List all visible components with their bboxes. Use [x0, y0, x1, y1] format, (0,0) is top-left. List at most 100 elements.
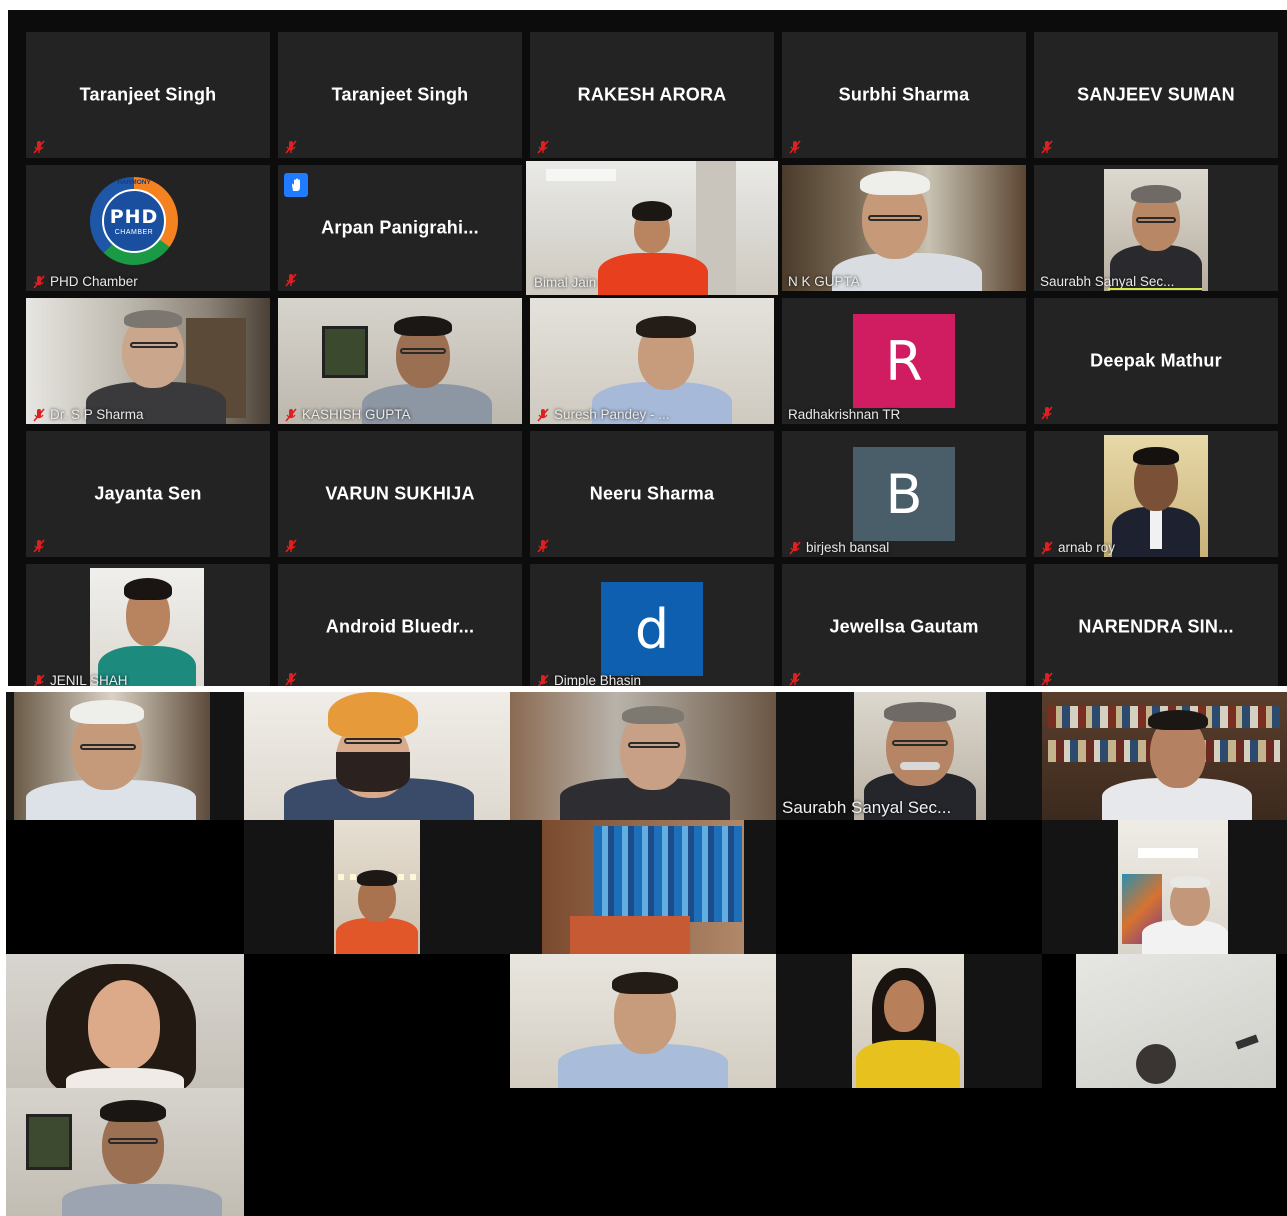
video-tile-kashish-gupta[interactable] — [6, 1088, 244, 1216]
participant-tile-jewellsa-gautam[interactable]: Jewellsa Gautam — [782, 564, 1026, 686]
mic-muted-icon — [537, 140, 549, 154]
mic-muted-icon — [789, 540, 801, 555]
video-tile-woman-1[interactable] — [6, 954, 244, 1088]
participant-tile-jayanta-sen[interactable]: Jayanta Sen — [26, 431, 270, 557]
avatar: B — [853, 447, 955, 541]
participant-name: Taranjeet Singh — [79, 84, 217, 105]
participant-tile-nk-gupta[interactable]: N K GUPTA — [782, 165, 1026, 291]
participant-name: Deepak Mathur — [1090, 350, 1222, 371]
mic-muted-icon — [789, 672, 801, 686]
participant-video — [530, 298, 774, 424]
participant-label: Bimal Jain — [534, 275, 596, 290]
participant-tile-surbhi-sharma[interactable]: Surbhi Sharma — [782, 32, 1026, 158]
mic-muted-icon — [33, 274, 45, 289]
participant-tile-bimal-jain[interactable]: Bimal Jain — [526, 161, 778, 295]
video-tile-woman-2[interactable] — [776, 954, 1042, 1088]
participant-tile-radhakrishnan-tr[interactable]: R Radhakrishnan TR — [782, 298, 1026, 424]
participant-tile-jenil-shah[interactable]: JENIL SHAH — [26, 564, 270, 686]
avatar: R — [853, 314, 955, 408]
participant-name: Jayanta Sen — [94, 483, 202, 504]
participant-label: Dr. S P Sharma — [32, 407, 144, 422]
participant-name: Suresh Pandey - ... — [554, 407, 670, 422]
participant-name: Radhakrishnan TR — [788, 407, 901, 422]
video-tile-turban[interactable] — [244, 692, 510, 820]
participant-video — [278, 298, 522, 424]
participant-tile-rakesh-arora[interactable]: RAKESH ARORA — [530, 32, 774, 158]
video-tile-ceiling[interactable] — [1076, 954, 1276, 1088]
participant-tile-phd-chamber[interactable]: HARMONY PHD CHAMBER PHD Chamber — [26, 165, 270, 291]
mic-muted-icon — [1041, 540, 1053, 555]
phd-chamber-logo: HARMONY PHD CHAMBER — [90, 177, 178, 265]
mic-muted-icon — [537, 539, 549, 553]
participant-tile-arpan-panigrahi[interactable]: Arpan Panigrahi... — [278, 165, 522, 291]
mic-muted-icon — [285, 273, 297, 287]
participant-tile-deepak-mathur[interactable]: Deepak Mathur — [1034, 298, 1278, 424]
mic-muted-icon — [1041, 406, 1053, 420]
participant-video — [1104, 169, 1208, 291]
speaking-indicator — [1108, 288, 1202, 290]
participant-tile-taranjeet-singh-1[interactable]: Taranjeet Singh — [26, 32, 270, 158]
participant-name: Taranjeet Singh — [331, 84, 469, 105]
participant-label: JENIL SHAH — [32, 673, 128, 686]
participant-name: arnab roy — [1058, 540, 1116, 555]
video-tile-saurabh-sanyal[interactable]: Saurabh Sanyal Sec... — [776, 692, 1042, 820]
video-tile-bookshelf[interactable] — [1042, 692, 1287, 820]
zoom-gallery-view-top: Taranjeet Singh Taranjeet Singh RAKESH A… — [8, 10, 1287, 686]
participant-tile-android-bluedr[interactable]: Android Bluedr... — [278, 564, 522, 686]
participant-tile-varun-sukhija[interactable]: VARUN SUKHIJA — [278, 431, 522, 557]
mic-muted-icon — [537, 407, 549, 422]
participant-name: Saurabh Sanyal Sec... — [1040, 274, 1175, 289]
participant-name: Jewellsa Gautam — [829, 616, 979, 637]
participant-name: RAKESH ARORA — [577, 84, 727, 105]
participant-name: birjesh bansal — [806, 540, 890, 555]
participant-label: arnab roy — [1040, 540, 1115, 555]
participant-tile-dr-sp-sharma[interactable]: Dr. S P Sharma — [26, 298, 270, 424]
participant-tile-kashish-gupta[interactable]: KASHISH GUPTA — [278, 298, 522, 424]
participant-tile-taranjeet-singh-2[interactable]: Taranjeet Singh — [278, 32, 522, 158]
raised-hand-icon — [284, 173, 308, 197]
zoom-gallery-view-bottom: Saurabh Sanyal Sec... — [6, 692, 1287, 1216]
participant-label: Saurabh Sanyal Sec... — [1040, 274, 1174, 289]
participant-video — [26, 298, 270, 424]
participant-name: NARENDRA SIN... — [1078, 616, 1234, 637]
participant-video — [1104, 435, 1208, 557]
participant-tile-sanjeev-suman[interactable]: SANJEEV SUMAN — [1034, 32, 1278, 158]
participant-video — [782, 165, 1026, 291]
participant-tile-arnab-roy[interactable]: arnab roy — [1034, 431, 1278, 557]
mic-muted-icon — [1041, 672, 1053, 686]
mic-muted-icon — [285, 407, 297, 422]
participant-label: Radhakrishnan TR — [788, 407, 900, 422]
mic-muted-icon — [1041, 140, 1053, 154]
mic-muted-icon — [33, 407, 45, 422]
avatar: d — [601, 582, 703, 676]
participant-label: KASHISH GUPTA — [284, 407, 411, 422]
participant-name: SANJEEV SUMAN — [1077, 84, 1235, 105]
participant-name: Bimal Jain — [534, 275, 597, 290]
participant-tile-narendra-sin[interactable]: NARENDRA SIN... — [1034, 564, 1278, 686]
video-tile-vanity[interactable] — [244, 820, 510, 954]
participant-name: JENIL SHAH — [50, 673, 128, 686]
mic-muted-icon — [285, 672, 297, 686]
participant-tile-neeru-sharma[interactable]: Neeru Sharma — [530, 431, 774, 557]
participant-label: Dimple Bhasin — [536, 673, 641, 686]
mic-muted-icon — [33, 140, 45, 154]
mic-muted-icon — [33, 673, 45, 686]
video-tile-room[interactable] — [510, 820, 776, 954]
mic-muted-icon — [285, 539, 297, 553]
participant-tile-dimple-bhasin[interactable]: d Dimple Bhasin — [530, 564, 774, 686]
participant-name: Neeru Sharma — [589, 483, 715, 504]
participant-name: Arpan Panigrahi... — [321, 217, 479, 238]
video-tile-suresh-pandey[interactable] — [510, 954, 776, 1088]
video-tile-sp-sharma[interactable] — [510, 692, 776, 820]
participant-name: Android Bluedr... — [325, 616, 475, 637]
participant-name: PHD Chamber — [50, 274, 138, 289]
participant-tile-birjesh-bansal[interactable]: B birjesh bansal — [782, 431, 1026, 557]
mic-muted-icon — [537, 673, 549, 686]
participant-name: N K GUPTA — [788, 274, 860, 289]
participant-tile-suresh-pandey[interactable]: Suresh Pandey - ... — [530, 298, 774, 424]
video-tile-nk-gupta[interactable] — [6, 692, 244, 820]
mic-muted-icon — [789, 140, 801, 154]
participant-name: Surbhi Sharma — [838, 84, 970, 105]
participant-tile-saurabh-sanyal[interactable]: Saurabh Sanyal Sec... — [1034, 165, 1278, 291]
video-tile-painting[interactable] — [1042, 820, 1287, 954]
